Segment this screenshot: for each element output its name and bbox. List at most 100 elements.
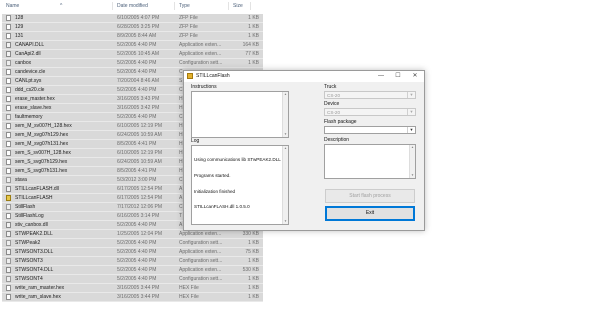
column-divider[interactable] xyxy=(228,2,229,10)
file-size: 330 KB xyxy=(242,231,259,237)
config-file-icon xyxy=(6,114,11,120)
file-size: 1 KB xyxy=(248,15,259,21)
file-row[interactable]: write_ram_slave.hex 3/16/2005 3:44 PM HEX … xyxy=(2,293,263,302)
scroll-up-icon[interactable]: ▲ xyxy=(410,145,415,150)
file-name: ddd_cs20.cle xyxy=(15,87,45,93)
config-file-icon xyxy=(6,204,11,210)
file-row[interactable]: STWSONT4.DLL 5/2/2005 4:40 PM Application … xyxy=(2,266,263,275)
file-size: 1 KB xyxy=(248,24,259,30)
file-row[interactable]: CANAPI.DLL 5/2/2005 4:40 PM Application ex… xyxy=(2,41,263,50)
log-line: Programs started. xyxy=(194,173,231,179)
file-icon xyxy=(6,294,11,300)
file-icon xyxy=(6,285,11,291)
description-scrollbar[interactable]: ▲ ▼ xyxy=(409,145,415,178)
file-icon xyxy=(6,96,11,102)
scroll-down-icon[interactable]: ▼ xyxy=(410,173,415,178)
log-scrollbar[interactable]: ▲ ▼ xyxy=(282,146,288,224)
maximize-icon[interactable]: ☐ xyxy=(391,72,405,81)
file-size: 1 KB xyxy=(248,33,259,39)
file-date: 3/16/2005 3:43 PM xyxy=(117,96,160,102)
file-date: 5/2/2005 4:40 PM xyxy=(117,249,157,255)
file-size: 77 KB xyxy=(245,51,259,57)
minimize-icon[interactable]: — xyxy=(374,72,388,81)
file-type: Configuration sett... xyxy=(179,276,223,282)
flash-package-select[interactable]: ▼ xyxy=(324,126,416,134)
file-date: 5/2/2005 4:40 PM xyxy=(117,267,157,273)
file-row[interactable]: write_ram_master.hex 3/16/2005 3:44 PM HEX… xyxy=(2,284,263,293)
file-row[interactable]: STWPEAK2.DLL 1/25/2005 12:04 PM Applicatio… xyxy=(2,230,263,239)
log-box[interactable]: Using communications lib STwPEAK2.DLL Pr… xyxy=(191,145,289,225)
file-type: Configuration sett... xyxy=(179,258,223,264)
file-type: ZFP File xyxy=(179,24,198,30)
file-icon xyxy=(6,213,11,219)
file-type: A xyxy=(179,195,183,201)
file-name: sem_M_svg07h131.hex xyxy=(15,141,69,147)
file-row[interactable]: STWPeak2 5/2/2005 4:40 PM Configuration se… xyxy=(2,239,263,248)
file-name: write_ram_master.hex xyxy=(15,285,65,291)
close-icon[interactable]: ✕ xyxy=(408,72,422,81)
file-date: 5/2/2005 4:40 PM xyxy=(117,240,157,246)
file-type: ZFP File xyxy=(179,33,198,39)
file-date: 6/16/2005 3:14 PM xyxy=(117,213,160,219)
file-name: 128 xyxy=(15,15,24,21)
dll-file-icon xyxy=(6,231,11,237)
column-divider[interactable] xyxy=(250,2,251,10)
file-row[interactable]: 131 8/9/2005 8:44 AM ZFP File 1 KB xyxy=(2,32,263,41)
column-divider[interactable] xyxy=(112,2,113,10)
instructions-scrollbar[interactable]: ▲ ▼ xyxy=(282,92,288,137)
file-icon xyxy=(6,24,11,30)
file-name: STILLcanFLASH xyxy=(15,195,53,201)
file-icon xyxy=(6,78,11,84)
column-name-header[interactable]: Name xyxy=(6,3,19,9)
exit-button[interactable]: Exit xyxy=(325,206,415,221)
file-size: 1 KB xyxy=(248,258,259,264)
file-date: 5/2/2005 4:40 PM xyxy=(117,69,157,75)
instructions-box[interactable]: ▲ ▼ xyxy=(191,91,289,138)
column-type-header[interactable]: Type xyxy=(179,3,190,9)
file-name: erase_slave.hex xyxy=(15,105,52,111)
file-row[interactable]: STWSONT4 5/2/2005 4:40 PM Configuration se… xyxy=(2,275,263,284)
file-date: 5/2/2005 4:40 PM xyxy=(117,276,157,282)
truck-select[interactable]: CS-20 ▼ xyxy=(324,91,416,99)
file-name: StillFlash xyxy=(15,204,36,210)
file-icon xyxy=(6,159,11,165)
file-row[interactable]: CanApi2.dll 5/2/2005 10:45 AM Application … xyxy=(2,50,263,59)
file-name: STILLcanFLASH.dll xyxy=(15,186,59,192)
file-row[interactable]: 128 6/10/2005 4:07 PM ZFP File 1 KB xyxy=(2,14,263,23)
device-select[interactable]: CS-20 ▼ xyxy=(324,108,416,116)
file-name: stiv_canbox.dll xyxy=(15,222,48,228)
file-row[interactable]: 129 6/28/2005 3:25 PM ZFP File 1 KB xyxy=(2,23,263,32)
dll-file-icon xyxy=(6,249,11,255)
column-header: Name ^ Date modified Type Size xyxy=(0,0,268,12)
file-date: 6/24/2005 10:59 AM xyxy=(117,159,162,165)
file-row[interactable]: STWSONT3.DLL 5/2/2005 4:40 PM Application … xyxy=(2,248,263,257)
file-name: STWPEAK2.DLL xyxy=(15,231,53,237)
column-size-header[interactable]: Size xyxy=(233,3,243,9)
file-size: 530 KB xyxy=(242,267,259,273)
file-name: stava xyxy=(15,177,27,183)
scroll-down-icon[interactable]: ▼ xyxy=(283,219,288,224)
title-bar[interactable]: STILLcanFlash — ☐ ✕ xyxy=(184,71,424,82)
chevron-down-icon: ▼ xyxy=(407,92,415,98)
scroll-up-icon[interactable]: ▲ xyxy=(283,92,288,97)
file-date: 6/10/2005 4:07 PM xyxy=(117,15,160,21)
log-line: STILLcanFLASH.dll 1.0.5.0 xyxy=(194,204,250,210)
instructions-label: Instructions xyxy=(191,84,217,90)
file-type: Configuration sett... xyxy=(179,240,223,246)
scroll-up-icon[interactable]: ▲ xyxy=(283,146,288,151)
log-line: Initialization finished xyxy=(194,188,236,194)
file-date: 5/2/2005 4:40 PM xyxy=(117,87,157,93)
file-row[interactable]: STWSONT3 5/2/2005 4:40 PM Configuration se… xyxy=(2,257,263,266)
file-name: 131 xyxy=(15,33,24,39)
file-size: 1 KB xyxy=(248,60,259,66)
column-date-header[interactable]: Date modified xyxy=(117,3,148,9)
file-type: Application exten... xyxy=(179,267,222,273)
description-box[interactable]: ▲ ▼ xyxy=(324,144,416,179)
file-icon xyxy=(6,123,11,129)
scroll-down-icon[interactable]: ▼ xyxy=(283,132,288,137)
start-flash-button[interactable]: Start flash process xyxy=(325,189,415,203)
file-name: sem_M_svg07h129.hex xyxy=(15,132,69,138)
dll-file-icon xyxy=(6,51,11,57)
column-divider[interactable] xyxy=(174,2,175,10)
file-row[interactable]: canbox 5/2/2005 4:40 PM Configuration sett… xyxy=(2,59,263,68)
